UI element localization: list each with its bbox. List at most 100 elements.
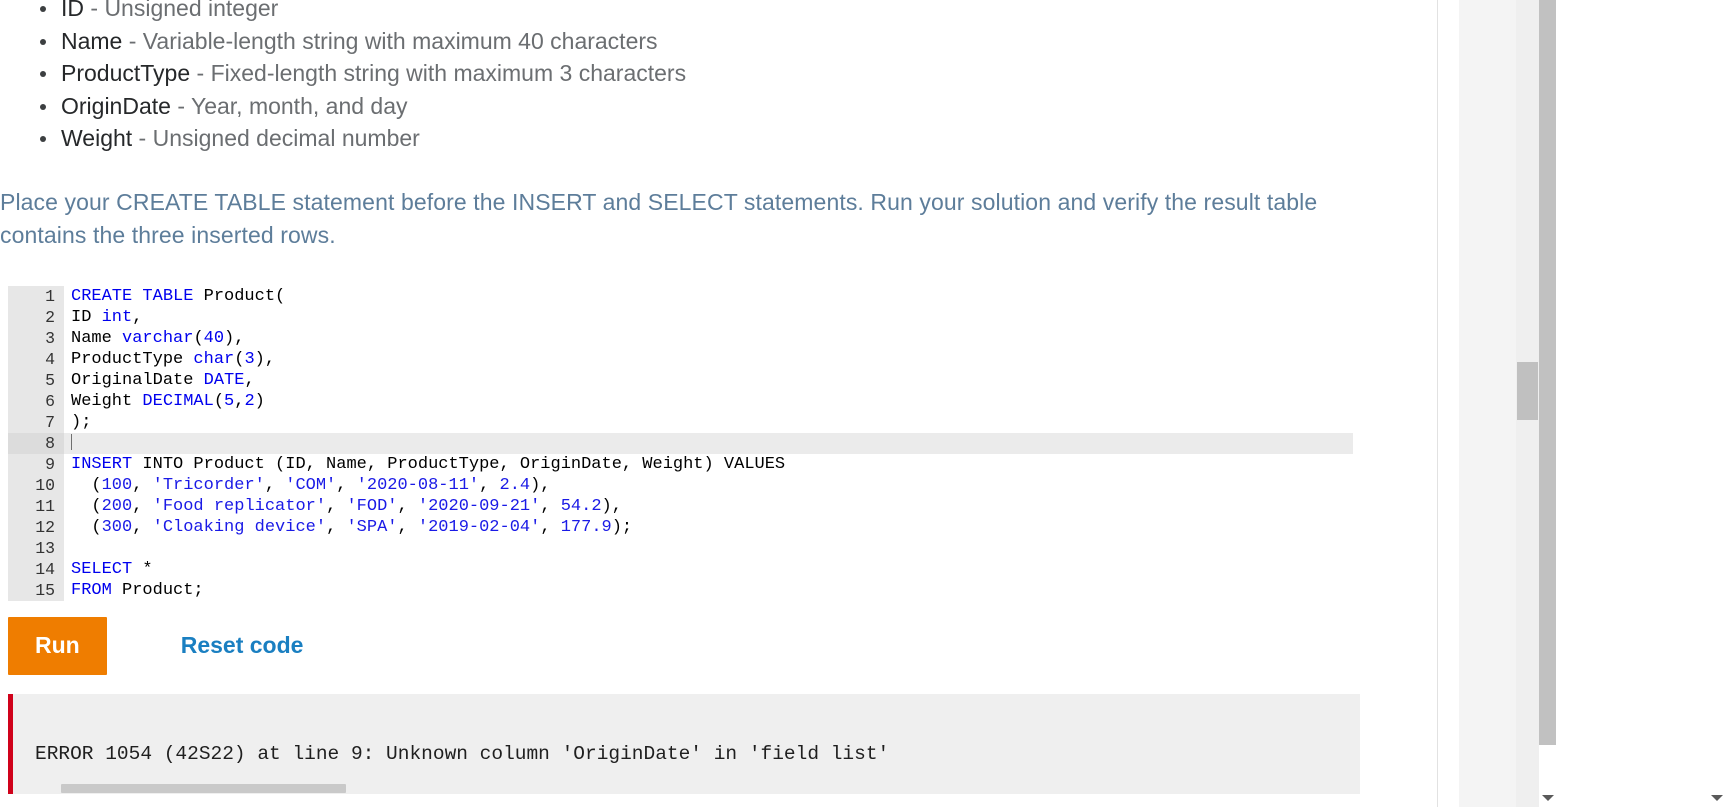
code-editor[interactable]: 1 CREATE TABLE Product(2 ID int, 3 Name varc… xyxy=(0,285,1353,601)
code-line-text[interactable]: CREATE TABLE Product( xyxy=(64,286,285,307)
code-line-text[interactable]: ID int, xyxy=(64,307,142,328)
code-line-text[interactable]: Name varchar(40), xyxy=(64,328,244,349)
code-line[interactable]: 4 ProductType char(3), xyxy=(0,349,1353,370)
code-token: ( xyxy=(71,475,102,495)
text-cursor xyxy=(71,433,72,450)
code-line[interactable]: 2 ID int, xyxy=(0,307,1353,328)
code-token: OriginalDate xyxy=(71,370,204,390)
code-line-text[interactable]: ProductType char(3), xyxy=(64,349,275,370)
error-message: ERROR 1054 (42S22) at line 9: Unknown co… xyxy=(35,742,890,765)
browser-scrollbar-thumb[interactable] xyxy=(1539,0,1556,745)
code-token: 54.2 xyxy=(560,496,602,516)
code-token: 'SPA' xyxy=(346,517,398,537)
output-hscrollbar-thumb[interactable] xyxy=(61,783,346,793)
code-token: ), xyxy=(254,349,276,369)
inner-scrollbar-thumb[interactable] xyxy=(1517,362,1538,420)
code-token: 2 xyxy=(244,391,255,411)
code-token: Product( xyxy=(193,286,286,306)
code-line[interactable]: 12 (300, 'Cloaking device', 'SPA', '2019… xyxy=(0,517,1353,538)
code-token: ID xyxy=(71,307,102,327)
code-token: , xyxy=(132,517,153,537)
requirement-term: Name xyxy=(61,27,123,54)
code-token: 'Food replicator' xyxy=(152,496,327,516)
code-line[interactable]: 9 INSERT INTO Product (ID, Name, ProductT… xyxy=(0,454,1353,475)
line-number: 13 xyxy=(35,538,55,558)
code-line[interactable]: 13 xyxy=(0,538,1353,559)
line-number: 12 xyxy=(35,517,55,537)
code-token: DATE xyxy=(203,370,245,390)
code-line-text[interactable]: ); xyxy=(64,412,91,433)
code-line[interactable]: 11 (200, 'Food replicator', 'FOD', '2020… xyxy=(0,496,1353,517)
code-line-text[interactable]: Weight DECIMAL(5,2) xyxy=(64,391,265,412)
code-token: 200 xyxy=(101,496,133,516)
code-token: , xyxy=(264,475,286,495)
code-token: , xyxy=(326,496,347,516)
code-token: 40 xyxy=(203,328,225,348)
scroll-down-arrow-icon[interactable] xyxy=(1542,795,1554,801)
code-token: ( xyxy=(71,517,102,537)
code-token: 'Tricorder' xyxy=(152,475,265,495)
code-line-text[interactable]: INSERT INTO Product (ID, Name, ProductTy… xyxy=(64,454,785,475)
code-line[interactable]: 8 xyxy=(0,432,1353,454)
code-token: ProductType xyxy=(71,349,194,369)
requirement-item: OriginDate - Year, month, and day xyxy=(0,90,1437,123)
code-line[interactable]: 1 CREATE TABLE Product( xyxy=(0,286,1353,307)
browser-vertical-scrollbar[interactable] xyxy=(1539,0,1556,807)
line-number: 2 xyxy=(45,307,55,327)
code-token: , xyxy=(397,496,418,516)
code-line-text[interactable] xyxy=(64,433,72,454)
page-viewport: ID - Unsigned integer Name - Variable-len… xyxy=(0,0,1729,807)
code-editor-wrapper[interactable]: 1 CREATE TABLE Product(2 ID int, 3 Name varc… xyxy=(0,285,1353,601)
code-token: ); xyxy=(611,517,633,537)
code-token: DECIMAL xyxy=(142,391,214,411)
line-number: 1 xyxy=(45,286,55,306)
code-token: , xyxy=(234,391,245,411)
code-token: , xyxy=(479,475,500,495)
requirement-item: ProductType - Fixed-length string with m… xyxy=(0,57,1437,90)
code-token: char xyxy=(193,349,235,369)
requirement-item: ID - Unsigned integer xyxy=(0,0,1437,25)
output-horizontal-scrollbar[interactable] xyxy=(13,782,1360,794)
code-token: 'FOD' xyxy=(346,496,398,516)
code-line-text[interactable]: (200, 'Food replicator', 'FOD', '2020-09… xyxy=(64,496,622,517)
code-line[interactable]: 10 (100, 'Tricorder', 'COM', '2020-08-11… xyxy=(0,475,1353,496)
code-token: ( xyxy=(234,349,245,369)
code-token: 'COM' xyxy=(285,475,337,495)
code-line-text[interactable]: OriginalDate DATE, xyxy=(64,370,255,391)
code-token: , xyxy=(540,517,561,537)
editor-controls: Run Reset code xyxy=(0,616,1437,675)
code-line-text[interactable]: FROM Product; xyxy=(64,580,204,601)
inner-vertical-scrollbar[interactable] xyxy=(1516,0,1539,807)
code-token: 3 xyxy=(244,349,255,369)
run-button[interactable]: Run xyxy=(8,616,107,675)
code-token: FROM xyxy=(71,580,112,600)
code-line[interactable]: 5 OriginalDate DATE, xyxy=(0,370,1353,391)
requirement-description: - Unsigned integer xyxy=(84,0,279,21)
code-token: ); xyxy=(71,412,92,432)
code-token: , xyxy=(132,307,143,327)
code-token: , xyxy=(132,475,153,495)
code-line[interactable]: 6 Weight DECIMAL(5,2) xyxy=(0,391,1353,412)
page-scroll-down-arrow-icon[interactable] xyxy=(1711,795,1723,801)
reset-code-link[interactable]: Reset code xyxy=(181,632,304,659)
code-token: , xyxy=(132,496,153,516)
code-token: ), xyxy=(601,496,622,516)
line-number: 5 xyxy=(45,370,55,390)
line-number: 4 xyxy=(45,349,55,369)
error-output-panel: ERROR 1054 (42S22) at line 9: Unknown co… xyxy=(8,693,1360,794)
code-line-text[interactable]: (300, 'Cloaking device', 'SPA', '2019-02… xyxy=(64,517,632,538)
code-token: ( xyxy=(71,496,102,516)
code-token: ), xyxy=(530,475,551,495)
code-token: int xyxy=(101,307,133,327)
code-line[interactable]: 3 Name varchar(40), xyxy=(0,328,1353,349)
browser-scroll-region xyxy=(1539,0,1729,807)
code-line[interactable]: 14 SELECT * xyxy=(0,559,1353,580)
code-token: SELECT xyxy=(71,559,133,579)
code-token: 2.4 xyxy=(499,475,531,495)
code-line-text[interactable]: SELECT * xyxy=(64,559,153,580)
code-line-text[interactable]: (100, 'Tricorder', 'COM', '2020-08-11', … xyxy=(64,475,551,496)
code-token: ( xyxy=(193,328,204,348)
code-line[interactable]: 7); xyxy=(0,412,1353,433)
active-line-highlight xyxy=(64,432,1353,454)
code-line[interactable]: 15 FROM Product; xyxy=(0,580,1353,601)
